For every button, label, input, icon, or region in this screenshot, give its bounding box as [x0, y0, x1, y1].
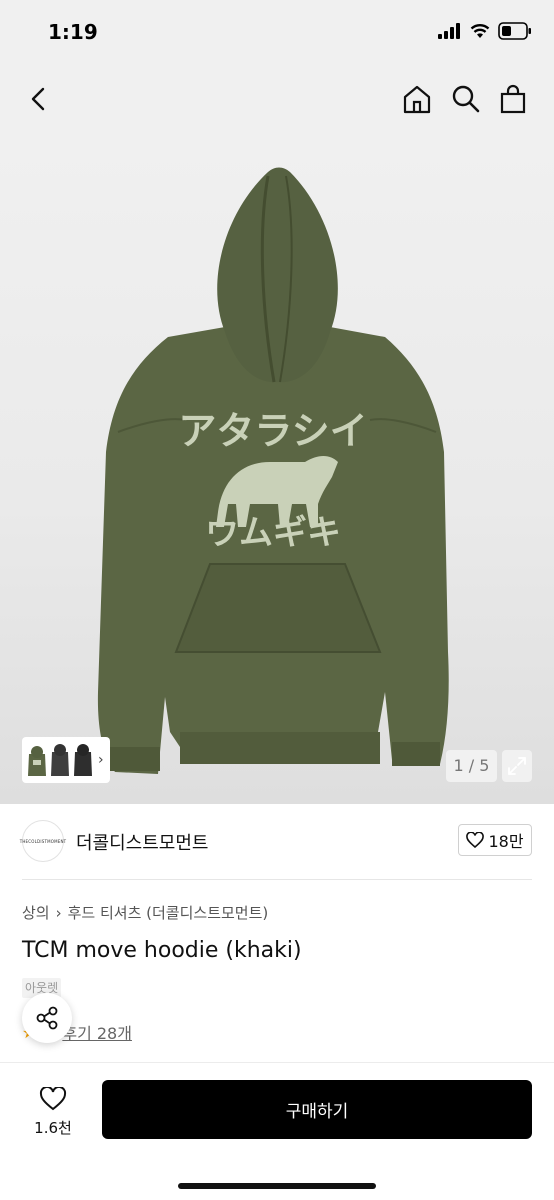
buy-button[interactable]: 구매하기: [102, 1080, 532, 1139]
chevron-right-icon[interactable]: ›: [98, 752, 104, 768]
thumbnail-1[interactable]: [26, 742, 48, 778]
expand-button[interactable]: [502, 750, 532, 782]
bottom-action-bar: 1.6천 구매하기: [0, 1062, 554, 1200]
breadcrumb-item-subcategory[interactable]: 후드 티셔츠 (더콜디스트모먼트): [68, 902, 269, 923]
nav-bar: [0, 66, 554, 132]
status-icons: [438, 22, 532, 40]
chevron-left-icon[interactable]: [22, 82, 56, 116]
seller-like-button[interactable]: 18만: [458, 824, 532, 856]
heart-icon: [39, 1086, 67, 1110]
status-time: 1:19: [48, 20, 98, 44]
seller-name[interactable]: 더콜디스트모먼트: [76, 829, 208, 855]
home-icon[interactable]: [400, 82, 434, 116]
breadcrumb: 상의 › 후드 티셔츠 (더콜디스트모먼트): [22, 902, 268, 923]
share-icon: [36, 1006, 58, 1030]
wifi-icon: [470, 24, 490, 38]
share-button[interactable]: [22, 993, 72, 1043]
heart-icon: [466, 832, 485, 848]
page-counter: 1 / 5: [446, 750, 497, 782]
divider: [22, 879, 532, 880]
wishlist-button[interactable]: 1.6천: [22, 1081, 84, 1143]
seller-logo-text: THECOLDISTMOMENT: [19, 838, 67, 844]
seller-logo[interactable]: THECOLDISTMOMENT: [19, 820, 67, 862]
signal-icon: [438, 23, 460, 39]
wishlist-count: 1.6천: [34, 1118, 72, 1137]
shopping-bag-icon[interactable]: [496, 82, 530, 116]
search-icon[interactable]: [448, 82, 482, 116]
seller-like-count: 18만: [488, 832, 524, 851]
expand-icon: [508, 757, 526, 775]
thumbnail-3[interactable]: [72, 742, 94, 778]
thumbnail-strip[interactable]: ›: [22, 737, 110, 783]
hoodie-print-top: アタラシイ: [178, 409, 367, 453]
status-bar: 1:19: [0, 0, 554, 66]
product-title: TCM move hoodie (khaki): [22, 938, 302, 963]
hoodie-print-bottom: ウムギキ: [205, 513, 341, 553]
seller-row[interactable]: THECOLDISTMOMENT 더콜디스트모먼트 18만: [19, 818, 532, 864]
product-image-gallery[interactable]: アタラシイ ウムギキ › 1 / 5: [0, 132, 554, 804]
battery-icon: [498, 22, 531, 40]
chevron-right-icon: ›: [55, 903, 62, 922]
breadcrumb-item-category[interactable]: 상의: [22, 902, 50, 923]
review-link[interactable]: 후기 28개: [62, 1020, 132, 1044]
home-indicator: [178, 1183, 376, 1189]
thumbnail-2[interactable]: [49, 742, 71, 778]
product-image: アタラシイ ウムギキ: [97, 167, 449, 774]
